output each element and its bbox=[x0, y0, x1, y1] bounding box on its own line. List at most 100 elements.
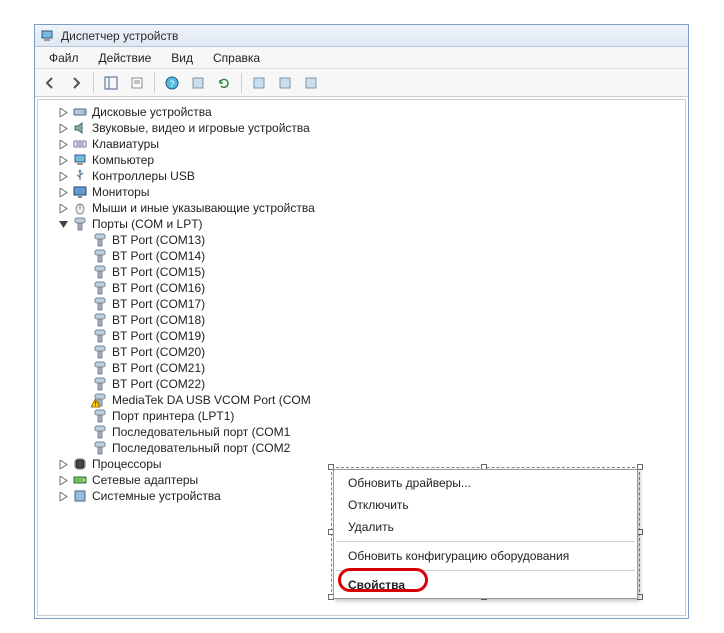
app-icon bbox=[39, 28, 55, 44]
tree-item-bt19[interactable]: BT Port (COM19) bbox=[78, 328, 685, 344]
toolbar-scan-hardware-button[interactable] bbox=[213, 72, 235, 94]
usb-icon bbox=[72, 168, 88, 184]
tree-label: Последовательный порт (COM2 bbox=[112, 440, 290, 456]
collapse-icon[interactable] bbox=[56, 217, 70, 231]
warning-icon bbox=[91, 399, 100, 408]
port-icon bbox=[92, 296, 108, 312]
tree-item-bt18[interactable]: BT Port (COM18) bbox=[78, 312, 685, 328]
tree-category-keyboard[interactable]: Клавиатуры bbox=[56, 136, 685, 152]
menu-action[interactable]: Действие bbox=[89, 49, 162, 67]
tree-item-bt22[interactable]: BT Port (COM22) bbox=[78, 376, 685, 392]
port-icon bbox=[72, 216, 88, 232]
device-tree[interactable]: Дисковые устройства Звуковые, видео и иг… bbox=[38, 104, 685, 504]
toolbar bbox=[35, 69, 688, 97]
tree-category-disk[interactable]: Дисковые устройства bbox=[56, 104, 685, 120]
system-icon bbox=[72, 488, 88, 504]
expand-icon[interactable] bbox=[56, 473, 70, 487]
tree-item-bt21[interactable]: BT Port (COM21) bbox=[78, 360, 685, 376]
tree-label: BT Port (COM14) bbox=[112, 248, 205, 264]
ctx-properties[interactable]: Свойства bbox=[334, 574, 637, 596]
tree-label: Процессоры bbox=[92, 456, 162, 472]
menu-help[interactable]: Справка bbox=[203, 49, 270, 67]
toolbar-help-button[interactable] bbox=[161, 72, 183, 94]
toolbar-back-button[interactable] bbox=[39, 72, 61, 94]
expand-icon[interactable] bbox=[56, 457, 70, 471]
ctx-disable[interactable]: Отключить bbox=[334, 494, 637, 516]
tree-item-bt13[interactable]: BT Port (COM13) bbox=[78, 232, 685, 248]
expand-icon[interactable] bbox=[56, 105, 70, 119]
ctx-separator bbox=[336, 541, 635, 542]
cpu-icon bbox=[72, 456, 88, 472]
tree-category-ports[interactable]: Порты (COM и LPT) bbox=[56, 216, 685, 232]
port-icon bbox=[92, 328, 108, 344]
tree-item-bt15[interactable]: BT Port (COM15) bbox=[78, 264, 685, 280]
network-icon bbox=[72, 472, 88, 488]
expand-icon[interactable] bbox=[56, 201, 70, 215]
tree-label: Звуковые, видео и игровые устройства bbox=[92, 120, 310, 136]
tree-item-com2[interactable]: Последовательный порт (COM2 bbox=[78, 440, 685, 456]
tree-label: BT Port (COM17) bbox=[112, 296, 205, 312]
tree-category-usb[interactable]: Контроллеры USB bbox=[56, 168, 685, 184]
tree-label: Системные устройства bbox=[92, 488, 221, 504]
tree-category-computer[interactable]: Компьютер bbox=[56, 152, 685, 168]
tree-item-bt20[interactable]: BT Port (COM20) bbox=[78, 344, 685, 360]
toolbar-properties-button[interactable] bbox=[126, 72, 148, 94]
context-menu: Обновить драйверы... Отключить Удалить О… bbox=[333, 469, 638, 599]
tree-label: BT Port (COM15) bbox=[112, 264, 205, 280]
toolbar-show-hide-tree-button[interactable] bbox=[100, 72, 122, 94]
tree-label: Контроллеры USB bbox=[92, 168, 195, 184]
toolbar-forward-button[interactable] bbox=[65, 72, 87, 94]
menu-view[interactable]: Вид bbox=[161, 49, 203, 67]
tree-category-monitor[interactable]: Мониторы bbox=[56, 184, 685, 200]
toolbar-separator bbox=[154, 73, 155, 93]
ctx-uninstall[interactable]: Удалить bbox=[334, 516, 637, 538]
tree-category-audio[interactable]: Звуковые, видео и игровые устройства bbox=[56, 120, 685, 136]
toolbar-action-button[interactable] bbox=[187, 72, 209, 94]
tree-label: BT Port (COM13) bbox=[112, 232, 205, 248]
tree-label: Компьютер bbox=[92, 152, 154, 168]
tree-item-bt17[interactable]: BT Port (COM17) bbox=[78, 296, 685, 312]
expand-icon[interactable] bbox=[56, 121, 70, 135]
titlebar[interactable]: Диспетчер устройств bbox=[35, 25, 688, 47]
port-icon bbox=[92, 424, 108, 440]
ctx-separator bbox=[336, 570, 635, 571]
menubar: Файл Действие Вид Справка bbox=[35, 47, 688, 69]
port-icon bbox=[92, 360, 108, 376]
menu-file[interactable]: Файл bbox=[39, 49, 89, 67]
toolbar-update-driver-button[interactable] bbox=[248, 72, 270, 94]
tree-label: BT Port (COM20) bbox=[112, 344, 205, 360]
toolbar-disable-button[interactable] bbox=[300, 72, 322, 94]
audio-icon bbox=[72, 120, 88, 136]
expand-icon[interactable] bbox=[56, 185, 70, 199]
expand-icon[interactable] bbox=[56, 153, 70, 167]
tree-label: Порт принтера (LPT1) bbox=[112, 408, 234, 424]
tree-category-mouse[interactable]: Мыши и иные указывающие устройства bbox=[56, 200, 685, 216]
tree-label: BT Port (COM19) bbox=[112, 328, 205, 344]
tree-label: Последовательный порт (COM1 bbox=[112, 424, 290, 440]
computer-icon bbox=[72, 152, 88, 168]
window-title: Диспетчер устройств bbox=[61, 29, 178, 43]
port-icon bbox=[92, 344, 108, 360]
tree-item-bt16[interactable]: BT Port (COM16) bbox=[78, 280, 685, 296]
expand-icon[interactable] bbox=[56, 169, 70, 183]
port-icon bbox=[92, 408, 108, 424]
tree-item-mediatek-vcom[interactable]: MediaTek DA USB VCOM Port (COM bbox=[78, 392, 685, 408]
expand-icon[interactable] bbox=[56, 137, 70, 151]
tree-label: BT Port (COM18) bbox=[112, 312, 205, 328]
toolbar-uninstall-button[interactable] bbox=[274, 72, 296, 94]
tree-label: Порты (COM и LPT) bbox=[92, 216, 203, 232]
mouse-icon bbox=[72, 200, 88, 216]
tree-label: Сетевые адаптеры bbox=[92, 472, 198, 488]
ctx-scan-hardware[interactable]: Обновить конфигурацию оборудования bbox=[334, 545, 637, 567]
ctx-update-drivers[interactable]: Обновить драйверы... bbox=[334, 472, 637, 494]
keyboard-icon bbox=[72, 136, 88, 152]
tree-item-bt14[interactable]: BT Port (COM14) bbox=[78, 248, 685, 264]
port-icon bbox=[92, 248, 108, 264]
tree-item-lpt1[interactable]: Порт принтера (LPT1) bbox=[78, 408, 685, 424]
monitor-icon bbox=[72, 184, 88, 200]
expand-icon[interactable] bbox=[56, 489, 70, 503]
port-icon bbox=[92, 312, 108, 328]
tree-item-com1[interactable]: Последовательный порт (COM1 bbox=[78, 424, 685, 440]
tree-label: BT Port (COM21) bbox=[112, 360, 205, 376]
port-icon bbox=[92, 376, 108, 392]
